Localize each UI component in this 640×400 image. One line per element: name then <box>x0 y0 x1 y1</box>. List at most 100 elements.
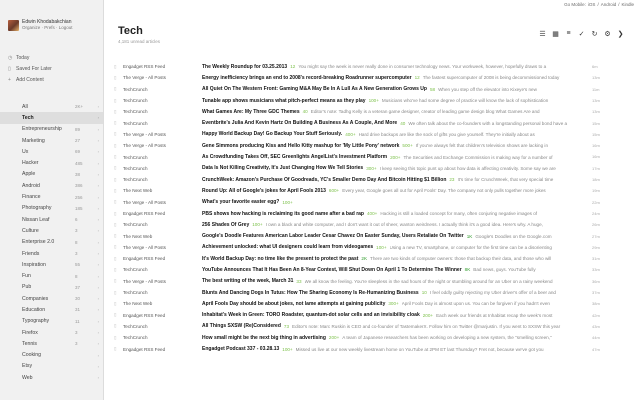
save-for-later-icon[interactable]: ▯ <box>112 75 123 81</box>
category-item[interactable]: Culture 3 › <box>0 225 103 236</box>
article-row[interactable]: ▯ TechCrunch 256 Shades Of Grey 100+ I own a… <box>112 219 618 230</box>
save-for-later-icon[interactable]: ▯ <box>112 86 123 92</box>
article-row[interactable]: ▯ TechCrunch Data Is Not Killing Creativit… <box>112 163 618 174</box>
profile-links[interactable]: Organize · Prefs · Logout <box>22 25 73 31</box>
article-source[interactable]: TechCrunch <box>123 87 202 92</box>
article-title[interactable]: CrunchWeek: Amazon's Purchase Of Goodrea… <box>202 177 446 183</box>
category-item[interactable]: Inspiration 55 › <box>0 259 103 270</box>
article-title[interactable]: 256 Shades Of Grey <box>202 222 249 228</box>
article-row[interactable]: ▯ TechCrunch Eventbrite's Julia And Kevin … <box>112 117 618 128</box>
save-for-later-icon[interactable]: ▯ <box>112 131 123 137</box>
save-for-later-icon[interactable]: ▯ <box>112 290 123 296</box>
article-title[interactable]: Round Up: All of Google's jokes for Apri… <box>202 188 326 194</box>
article-title[interactable]: Blunts And Dancing Dogs In Tutus: How Th… <box>202 290 419 296</box>
compact-view-icon[interactable]: ≡ <box>563 29 574 38</box>
article-title[interactable]: Gene Simmons producing Kiss and Hello Ki… <box>202 143 399 149</box>
article-row[interactable]: ▯ TechCrunch How small might be the next b… <box>112 332 618 343</box>
category-item[interactable]: Etsy › <box>0 361 103 372</box>
save-for-later-icon[interactable]: ▯ <box>112 165 123 171</box>
mobile-link[interactable]: iOS <box>588 2 596 7</box>
save-for-later-icon[interactable]: ▯ <box>112 188 123 194</box>
mobile-link[interactable]: Kindle <box>621 2 634 7</box>
article-source[interactable]: The Next Web <box>123 188 202 193</box>
article-source[interactable]: TechCrunch <box>123 290 202 295</box>
article-title[interactable]: As Crowdfunding Takes Off, SEC Greenligh… <box>202 154 387 160</box>
article-row[interactable]: ▯ Engadget RSS Feed PBS shows how hacking … <box>112 208 618 219</box>
article-title[interactable]: YouTube Announces That It Has Been An 8-… <box>202 267 462 273</box>
article-source[interactable]: Engadget RSS Feed <box>123 64 202 69</box>
article-source[interactable]: TechCrunch <box>123 222 202 227</box>
category-item[interactable]: Firefox 3 › <box>0 327 103 338</box>
save-for-later-icon[interactable]: ▯ <box>112 244 123 250</box>
article-row[interactable]: ▯ TechCrunch Tunable app shows musicians w… <box>112 95 618 106</box>
article-source[interactable]: TechCrunch <box>123 98 202 103</box>
article-source[interactable]: TechCrunch <box>123 324 202 329</box>
save-for-later-icon[interactable]: ▯ <box>112 154 123 160</box>
category-item[interactable]: Nissan Leaf 6 › <box>0 214 103 225</box>
article-title[interactable]: How small might be the next big thing in… <box>202 335 326 341</box>
article-source[interactable]: TechCrunch <box>123 121 202 126</box>
category-item[interactable]: Education 31 › <box>0 304 103 315</box>
article-title[interactable]: Inhabitat's Week in Green: TORO Roadster… <box>202 312 420 318</box>
article-row[interactable]: ▯ Engadget RSS Feed Engadget Podcast 337 -… <box>112 343 618 354</box>
sidebar-nav-saved-for-later[interactable]: ▯ Saved For Later <box>8 63 98 74</box>
save-for-later-icon[interactable]: ▯ <box>112 199 123 205</box>
save-for-later-icon[interactable]: ▯ <box>112 312 123 318</box>
settings-icon[interactable]: ⚙ <box>602 29 613 38</box>
article-row[interactable]: ▯ The Verge - All Posts Achievement unlock… <box>112 242 618 253</box>
article-source[interactable]: Engadget RSS Feed <box>123 347 202 352</box>
save-for-later-icon[interactable]: ▯ <box>112 323 123 329</box>
list-view-icon[interactable]: ☰ <box>537 29 548 38</box>
article-row[interactable]: ▯ TechCrunch All Quiet On The Western Fron… <box>112 84 618 95</box>
avatar[interactable] <box>8 19 19 31</box>
sidebar-nav-add-content[interactable]: + Add Content <box>8 74 98 85</box>
category-item[interactable]: Ux 69 › <box>0 146 103 157</box>
article-source[interactable]: The Verge - All Posts <box>123 75 202 80</box>
category-item[interactable]: Tennis 3 › <box>0 338 103 349</box>
article-source[interactable]: TechCrunch <box>123 155 202 160</box>
save-for-later-icon[interactable]: ▯ <box>112 177 123 183</box>
article-title[interactable]: Achievement unlocked: what UI designers … <box>202 244 373 250</box>
save-for-later-icon[interactable]: ▯ <box>112 211 123 217</box>
article-row[interactable]: ▯ The Next Web Round Up: All of Google's j… <box>112 185 618 196</box>
article-title[interactable]: All Quiet On The Western Front: Gaming M… <box>202 86 427 92</box>
article-row[interactable]: ▯ The Verge - All Posts Energy inefficienc… <box>112 72 618 83</box>
mark-read-icon[interactable]: ✓ <box>576 29 587 38</box>
grid-view-icon[interactable]: ▦ <box>550 29 561 38</box>
save-for-later-icon[interactable]: ▯ <box>112 98 123 104</box>
article-row[interactable]: ▯ Engadget RSS Feed It's World Backup Day:… <box>112 253 618 264</box>
category-item[interactable]: Tech › <box>0 112 103 124</box>
category-item[interactable]: Hacker 485 › <box>0 157 103 168</box>
article-title[interactable]: Happy World Backup Day! Go Backup Your S… <box>202 131 342 137</box>
category-item[interactable]: Apple 38 › <box>0 169 103 180</box>
article-row[interactable]: ▯ TechCrunch CrunchWeek: Amazon's Purchase… <box>112 174 618 185</box>
article-title[interactable]: What Games Are: My Three GDC Themes <box>202 109 300 115</box>
save-for-later-icon[interactable]: ▯ <box>112 256 123 262</box>
category-item[interactable]: All 2K+ › <box>0 101 103 112</box>
article-row[interactable]: ▯ TechCrunch What Games Are: My Three GDC … <box>112 106 618 117</box>
article-row[interactable]: ▯ TechCrunch Blunts And Dancing Dogs In Tu… <box>112 287 618 298</box>
next-icon[interactable]: ❯ <box>615 29 626 38</box>
save-for-later-icon[interactable]: ▯ <box>112 346 123 352</box>
save-for-later-icon[interactable]: ▯ <box>112 233 123 239</box>
save-for-later-icon[interactable]: ▯ <box>112 109 123 115</box>
article-title[interactable]: The Weekly Roundup for 03.25.2013 <box>202 64 287 70</box>
article-source[interactable]: The Verge - All Posts <box>123 143 202 148</box>
article-title[interactable]: Data Is Not Killing Creativity, It's Jus… <box>202 165 363 171</box>
save-for-later-icon[interactable]: ▯ <box>112 120 123 126</box>
article-row[interactable]: ▯ The Verge - All Posts Happy World Backup… <box>112 129 618 140</box>
save-for-later-icon[interactable]: ▯ <box>112 335 123 341</box>
category-item[interactable]: Marketing 27 › <box>0 135 103 146</box>
article-source[interactable]: TechCrunch <box>123 109 202 114</box>
category-item[interactable]: Entrepreneurship 89 › <box>0 124 103 135</box>
category-item[interactable]: Companies 30 › <box>0 293 103 304</box>
article-source[interactable]: The Next Web <box>123 234 202 239</box>
article-source[interactable]: Engadget RSS Feed <box>123 211 202 216</box>
save-for-later-icon[interactable]: ▯ <box>112 267 123 273</box>
category-item[interactable]: Android 386 › <box>0 180 103 191</box>
category-item[interactable]: Typography 11 › <box>0 316 103 327</box>
save-for-later-icon[interactable]: ▯ <box>112 301 123 307</box>
article-row[interactable]: ▯ The Verge - All Posts Gene Simmons produ… <box>112 140 618 151</box>
article-row[interactable]: ▯ The Next Web Google's Doodle Features Am… <box>112 230 618 241</box>
save-for-later-icon[interactable]: ▯ <box>112 278 123 284</box>
